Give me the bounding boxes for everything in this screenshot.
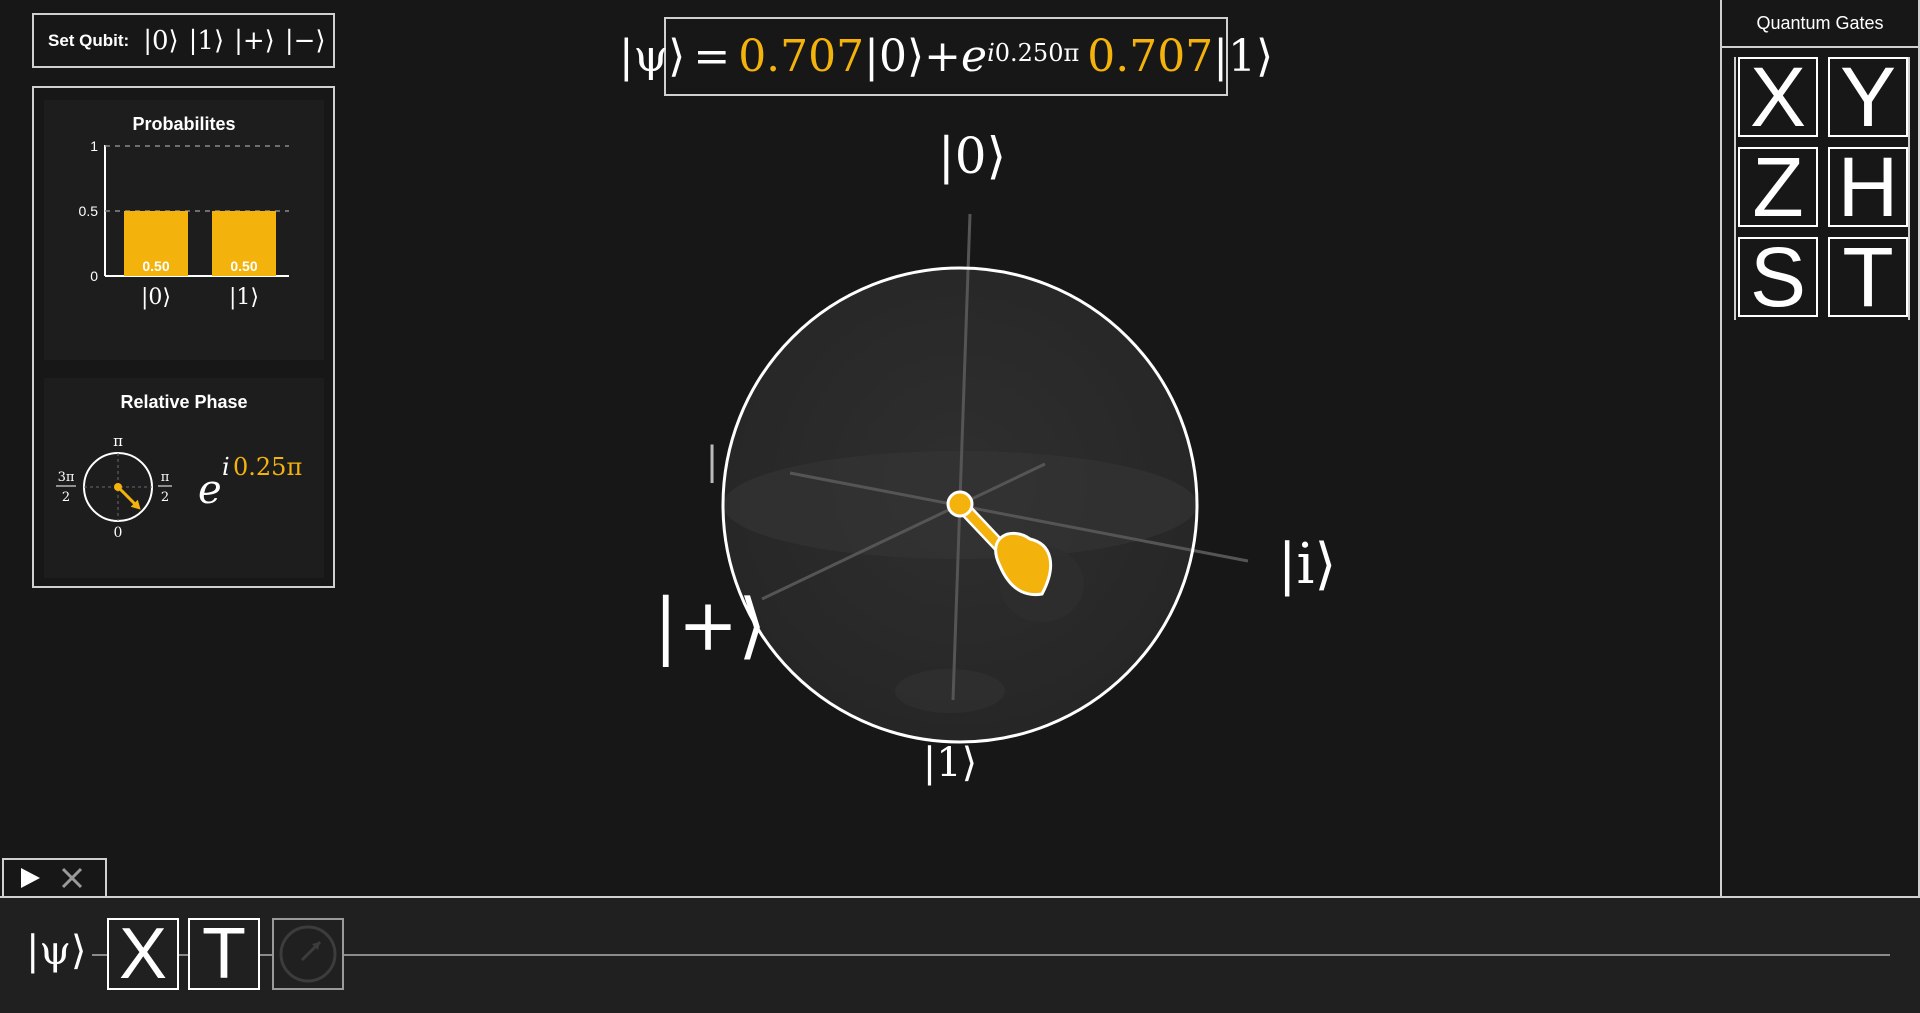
state-formula: |ψ⟩ = 0.707 |0⟩ + e i0.250π 0.707 |1⟩ [619,17,1273,96]
bloch-sphere-view[interactable]: |0⟩ |1⟩ |i⟩ |+⟩ | [0,96,1400,936]
state-equals: = [693,31,731,82]
play-button[interactable] [18,866,42,890]
circuit-measure-gate[interactable] [272,918,344,990]
set-qubit-zero-button[interactable]: |0⟩ [143,26,178,56]
state-phase-value: 0.250π [994,38,1080,67]
bloch-label-minus-partial: | [706,439,719,483]
gate-z-button[interactable]: Z [1738,145,1818,229]
gate-y-button[interactable]: Y [1828,55,1908,139]
measurement-dial-icon [279,925,337,983]
play-icon [21,868,40,888]
state-ket1: |1⟩ [1213,31,1274,82]
bloch-label-plus: |+⟩ [654,583,767,667]
set-qubit-label: Set Qubit: [48,30,130,50]
quantum-gates-title: Quantum Gates [1722,0,1918,48]
gate-h-button[interactable]: H [1828,145,1908,229]
clear-circuit-button[interactable] [60,866,84,890]
circuit-input-label: |ψ⟩ [26,928,87,974]
quantum-gates-panel: Quantum Gates X Y Z H S T [1720,0,1920,898]
close-icon [61,867,83,889]
set-qubit-minus-button[interactable]: |−⟩ [285,26,326,56]
circuit-wire [92,954,1890,956]
state-psi: |ψ⟩ [618,31,686,82]
state-alpha: 0.707 [738,31,865,82]
state-e: e [961,31,988,82]
bloch-label-one: |1⟩ [923,740,978,786]
set-qubit-bar: Set Qubit: |0⟩ |1⟩ |+⟩ |−⟩ [32,13,335,68]
gate-s-button[interactable]: S [1738,235,1818,319]
set-qubit-plus-button[interactable]: |+⟩ [234,26,275,56]
set-qubit-one-button[interactable]: |1⟩ [189,26,224,56]
gate-t-button[interactable]: T [1828,235,1908,319]
bloch-vector-origin [946,490,974,518]
circuit-controls [2,858,107,896]
bloch-label-zero: |0⟩ [938,127,1006,185]
bloch-shadow [895,669,1005,713]
circuit-gate-x[interactable]: X [107,918,179,990]
bloch-label-i: |i⟩ [1278,532,1337,597]
state-beta: 0.707 [1087,31,1214,82]
gate-x-button[interactable]: X [1738,55,1818,139]
state-plus: + [924,31,962,82]
circuit-gate-t[interactable]: T [188,918,260,990]
state-phase-i: i [987,38,995,67]
state-ket0: |0⟩ [864,31,925,82]
gates-grid: X Y Z H S T [1734,55,1910,320]
circuit-track: |ψ⟩ X T [0,896,1920,1013]
